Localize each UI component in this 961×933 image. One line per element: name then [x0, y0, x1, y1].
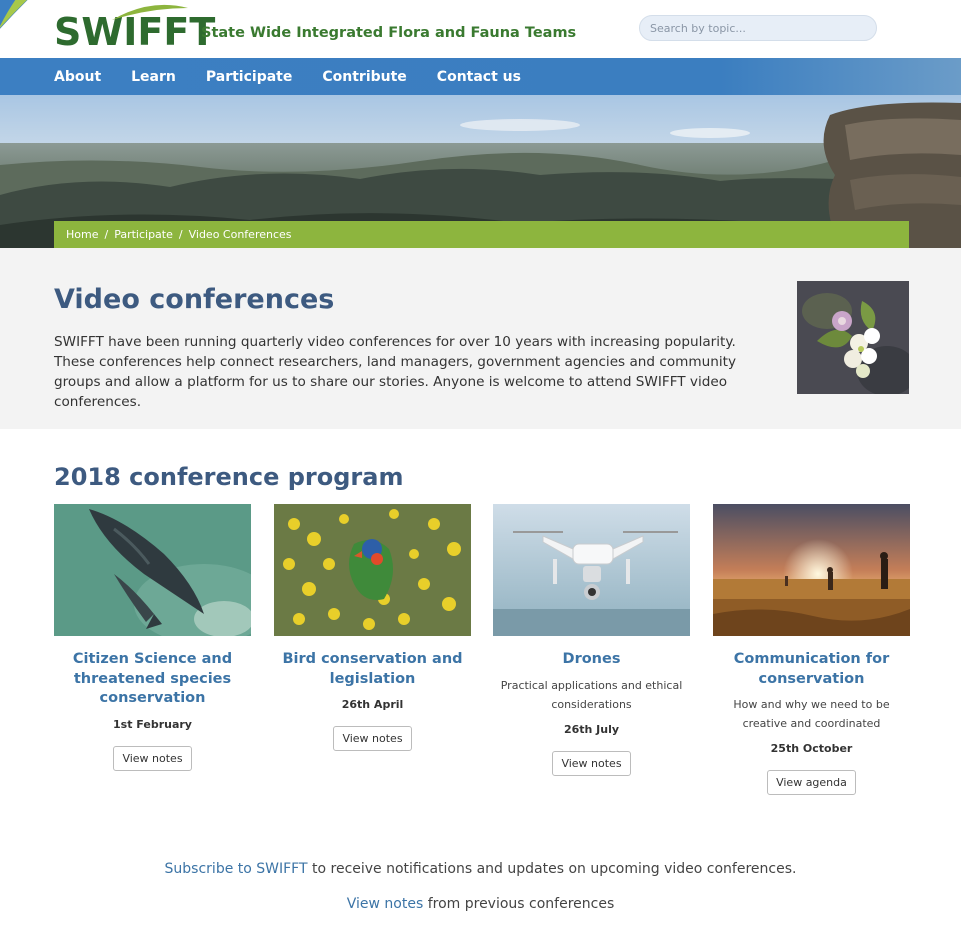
card-title[interactable]: Drones [493, 650, 690, 670]
corner-swoosh-icon [0, 0, 28, 29]
conference-card: Bird conservation and legislation 26th A… [274, 504, 471, 751]
page-title: Video conferences [54, 284, 335, 315]
previous-notes-line: View notes from previous conferences [0, 896, 961, 912]
drone-image[interactable] [493, 504, 690, 636]
breadcrumb: Home / Participate / Video Conferences [54, 221, 909, 248]
intro-paragraph: SWIFFT have been running quarterly video… [54, 334, 737, 410]
subscribe-link[interactable]: Subscribe to SWIFFT [165, 861, 308, 877]
main-nav: About Learn Participate Contribute Conta… [0, 58, 961, 95]
breadcrumb-current: Video Conferences [188, 228, 292, 241]
card-title[interactable]: Bird conservation and legislation [274, 650, 471, 689]
logo-leaf-icon [112, 4, 188, 20]
site-logo[interactable]: SWIFFT [54, 4, 215, 52]
view-notes-button[interactable]: View notes [333, 726, 412, 751]
view-notes-button[interactable]: View notes [552, 750, 631, 776]
nav-contribute[interactable]: Contribute [322, 69, 406, 85]
subscribe-text: to receive notifications and updates on … [307, 861, 797, 877]
view-agenda-button[interactable]: View agenda [767, 770, 856, 795]
whale-image[interactable] [54, 504, 251, 636]
card-title[interactable]: Citizen Science and threatened species c… [54, 650, 251, 709]
bird-image[interactable] [274, 504, 471, 636]
breadcrumb-separator: / [178, 228, 183, 241]
breadcrumb-home[interactable]: Home [66, 228, 98, 241]
conference-card: Communication for conservation How and w… [713, 504, 910, 795]
card-date: 1st February [113, 717, 192, 731]
previous-notes-text: from previous conferences [423, 896, 615, 912]
program-heading: 2018 conference program [54, 463, 404, 491]
card-description: How and why we need to be creative and c… [733, 698, 890, 730]
sunset-field-image[interactable] [713, 504, 910, 636]
card-date: 25th October [770, 742, 853, 755]
view-previous-notes-link[interactable]: View notes [347, 896, 424, 912]
card-date: 26th July [563, 722, 620, 736]
view-notes-button[interactable]: View notes [113, 745, 192, 771]
site-header: SWIFFT State Wide Integrated Flora and F… [0, 0, 961, 58]
conference-card: Citizen Science and threatened species c… [54, 504, 251, 771]
subscribe-line: Subscribe to SWIFFT to receive notificat… [0, 861, 961, 877]
nav-about[interactable]: About [54, 69, 101, 85]
flower-image [797, 281, 909, 394]
breadcrumb-separator: / [104, 228, 109, 241]
conference-card: Drones Practical applications and ethica… [493, 504, 690, 776]
nav-contact-us[interactable]: Contact us [437, 69, 521, 85]
card-description: Practical applications and ethical consi… [500, 678, 683, 711]
card-title[interactable]: Communication for conservation [713, 650, 910, 689]
card-date: 26th April [341, 698, 404, 711]
nav-participate[interactable]: Participate [206, 69, 292, 85]
nav-learn[interactable]: Learn [131, 69, 176, 85]
site-tagline: State Wide Integrated Flora and Fauna Te… [201, 25, 577, 41]
search-input[interactable] [639, 15, 877, 41]
breadcrumb-participate[interactable]: Participate [114, 228, 173, 241]
